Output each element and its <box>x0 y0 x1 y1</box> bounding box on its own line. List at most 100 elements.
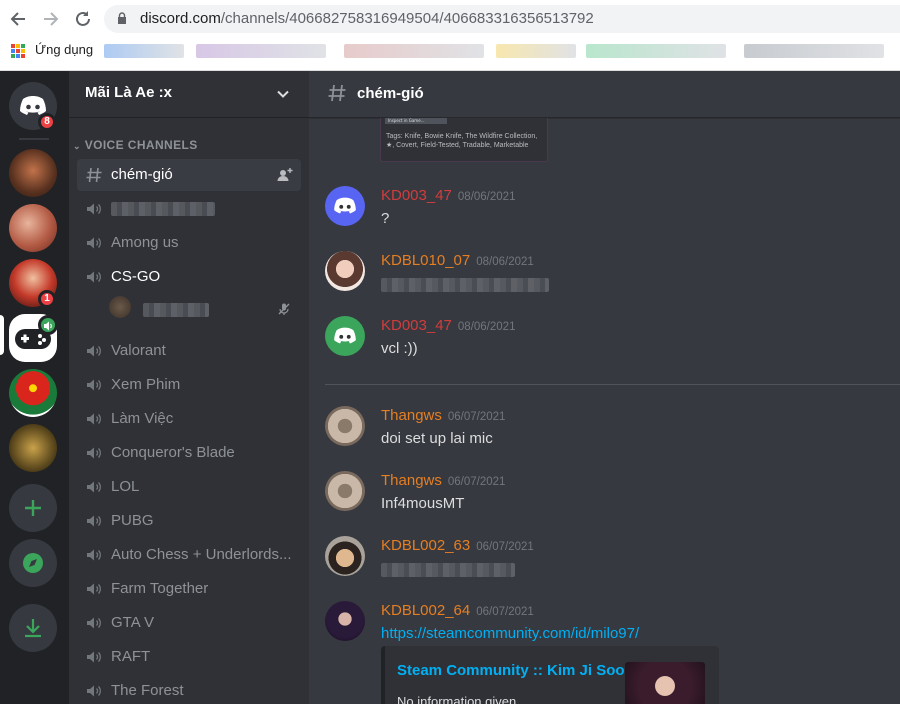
speaker-icon <box>38 315 58 335</box>
message-text: Inf4mousMT <box>381 495 465 512</box>
voice-channel[interactable]: Auto Chess + Underlords... <box>77 539 301 571</box>
message-header: Thangws 06/07/2021 <box>381 472 505 489</box>
voice-channel-hidden[interactable] <box>77 193 301 225</box>
channel-label: Làm Việc <box>111 410 174 427</box>
server-name: Mãi Là Ae :x <box>85 84 172 101</box>
voice-channel[interactable]: Farm Together <box>77 573 301 605</box>
bookmark-item[interactable] <box>744 44 884 58</box>
server-icon-pubg[interactable] <box>9 424 57 472</box>
bookmarks-bar: Ứng dụng <box>0 38 900 64</box>
date-divider <box>325 384 900 385</box>
apps-label[interactable]: Ứng dụng <box>35 42 93 57</box>
avatar[interactable] <box>325 406 365 446</box>
timestamp: 08/06/2021 <box>457 191 516 203</box>
embed-title[interactable]: Steam Community :: Kim Ji Soo <box>397 662 625 679</box>
voice-channel[interactable]: RAFT <box>77 641 301 673</box>
voice-channel[interactable]: Làm Việc <box>77 403 301 435</box>
channel-chem-gio[interactable]: chém-gió <box>77 159 301 191</box>
avatar[interactable] <box>325 186 365 226</box>
username[interactable]: Thangws <box>381 407 442 424</box>
username[interactable]: KDBL002_63 <box>381 537 470 554</box>
avatar[interactable] <box>325 316 365 356</box>
voice-channel[interactable]: LOL <box>77 471 301 503</box>
username[interactable]: KD003_47 <box>381 317 452 334</box>
channel-label: GTA V <box>111 614 155 631</box>
chevron-down-icon[interactable] <box>276 87 290 101</box>
bookmark-item[interactable] <box>496 44 576 58</box>
muted-mic-icon <box>278 303 290 315</box>
apps-grid-icon[interactable] <box>11 44 25 58</box>
channel-label: Xem Phim <box>111 376 181 393</box>
channel-label: Conqueror's Blade <box>111 444 235 461</box>
lock-icon[interactable] <box>117 12 127 24</box>
forward-arrow-icon[interactable] <box>40 8 62 30</box>
avatar[interactable] <box>325 601 365 641</box>
server-list: 8 1 <box>0 71 69 704</box>
bookmark-item[interactable] <box>104 44 184 58</box>
message: KDBL002_63 06/07/2021 <box>309 536 900 596</box>
voice-channel[interactable]: CS-GO <box>77 261 301 293</box>
voice-channel[interactable]: Valorant <box>77 335 301 367</box>
mention-badge: 1 <box>38 290 56 308</box>
link-embed: Steam Community :: Kim Ji Soo No informa… <box>381 646 719 704</box>
embed-description: No information given. <box>397 694 520 704</box>
message-header: KD003_47 08/06/2021 <box>381 317 515 334</box>
voice-channel[interactable]: The Forest <box>77 675 301 704</box>
server-icon-5[interactable] <box>9 369 57 417</box>
speaker-icon <box>87 271 101 283</box>
avatar[interactable] <box>325 251 365 291</box>
message-header: KDBL002_63 06/07/2021 <box>381 537 534 554</box>
category-voice-channels[interactable]: ⌄ VOICE CHANNELS <box>73 138 198 152</box>
inspect-button[interactable]: Inspect in Game... <box>385 118 447 124</box>
speaker-icon <box>87 549 101 561</box>
channel-label: Auto Chess + Underlords... <box>111 546 292 563</box>
avatar[interactable] <box>325 471 365 511</box>
timestamp: 08/06/2021 <box>476 256 534 268</box>
voice-channel[interactable]: PUBG <box>77 505 301 537</box>
voice-channel[interactable]: Xem Phim <box>77 369 301 401</box>
voice-channel[interactable]: Conqueror's Blade <box>77 437 301 469</box>
channel-label: The Forest <box>111 682 184 699</box>
speaker-icon <box>87 515 101 527</box>
username[interactable]: KD003_47 <box>381 187 452 204</box>
blurred-channel-name <box>111 202 215 216</box>
timestamp: 06/07/2021 <box>476 606 534 618</box>
browser-chrome: discord.com/channels/406682758316949504/… <box>0 0 900 71</box>
bookmark-item[interactable] <box>586 44 726 58</box>
guild-separator <box>19 138 49 140</box>
speaker-icon <box>87 617 101 629</box>
message: Thangws 06/07/2021 Inf4mousMT <box>309 471 900 531</box>
avatar[interactable] <box>109 296 131 318</box>
speaker-icon <box>87 447 101 459</box>
bookmark-item[interactable] <box>344 44 484 58</box>
blurred-message-text <box>381 563 515 577</box>
address-bar[interactable]: discord.com/channels/406682758316949504/… <box>104 5 900 33</box>
back-arrow-icon[interactable] <box>7 8 29 30</box>
message-text[interactable]: https://steamcommunity.com/id/milo97/ <box>381 625 639 642</box>
avatar[interactable] <box>325 536 365 576</box>
channel-label: CS-GO <box>111 268 161 285</box>
username[interactable]: KDBL010_07 <box>381 252 470 269</box>
download-icon[interactable] <box>9 604 57 652</box>
add-server-icon[interactable] <box>9 484 57 532</box>
blurred-username <box>143 303 209 317</box>
bookmark-item[interactable] <box>196 44 326 58</box>
message-header: Thangws 06/07/2021 <box>381 407 505 424</box>
explore-compass-icon[interactable] <box>9 539 57 587</box>
username[interactable]: KDBL002_64 <box>381 602 470 619</box>
message-text: vcl :)) <box>381 340 418 357</box>
username[interactable]: Thangws <box>381 472 442 489</box>
embed-thumbnail[interactable] <box>625 662 705 704</box>
server-icon-2[interactable] <box>9 204 57 252</box>
chat-area: chém-gió Inspect in Game... Tags: Knife,… <box>309 71 900 704</box>
selected-server-pill <box>0 315 4 355</box>
message-header: KD003_47 08/06/2021 <box>381 187 515 204</box>
voice-channel[interactable]: GTA V <box>77 607 301 639</box>
add-member-icon[interactable] <box>277 167 293 183</box>
server-header[interactable]: Mãi Là Ae :x <box>69 71 309 118</box>
speaker-icon <box>87 379 101 391</box>
reload-icon[interactable] <box>72 8 94 30</box>
voice-channel[interactable]: Among us <box>77 227 301 259</box>
server-icon-1[interactable] <box>9 149 57 197</box>
channel-label: RAFT <box>111 648 151 665</box>
